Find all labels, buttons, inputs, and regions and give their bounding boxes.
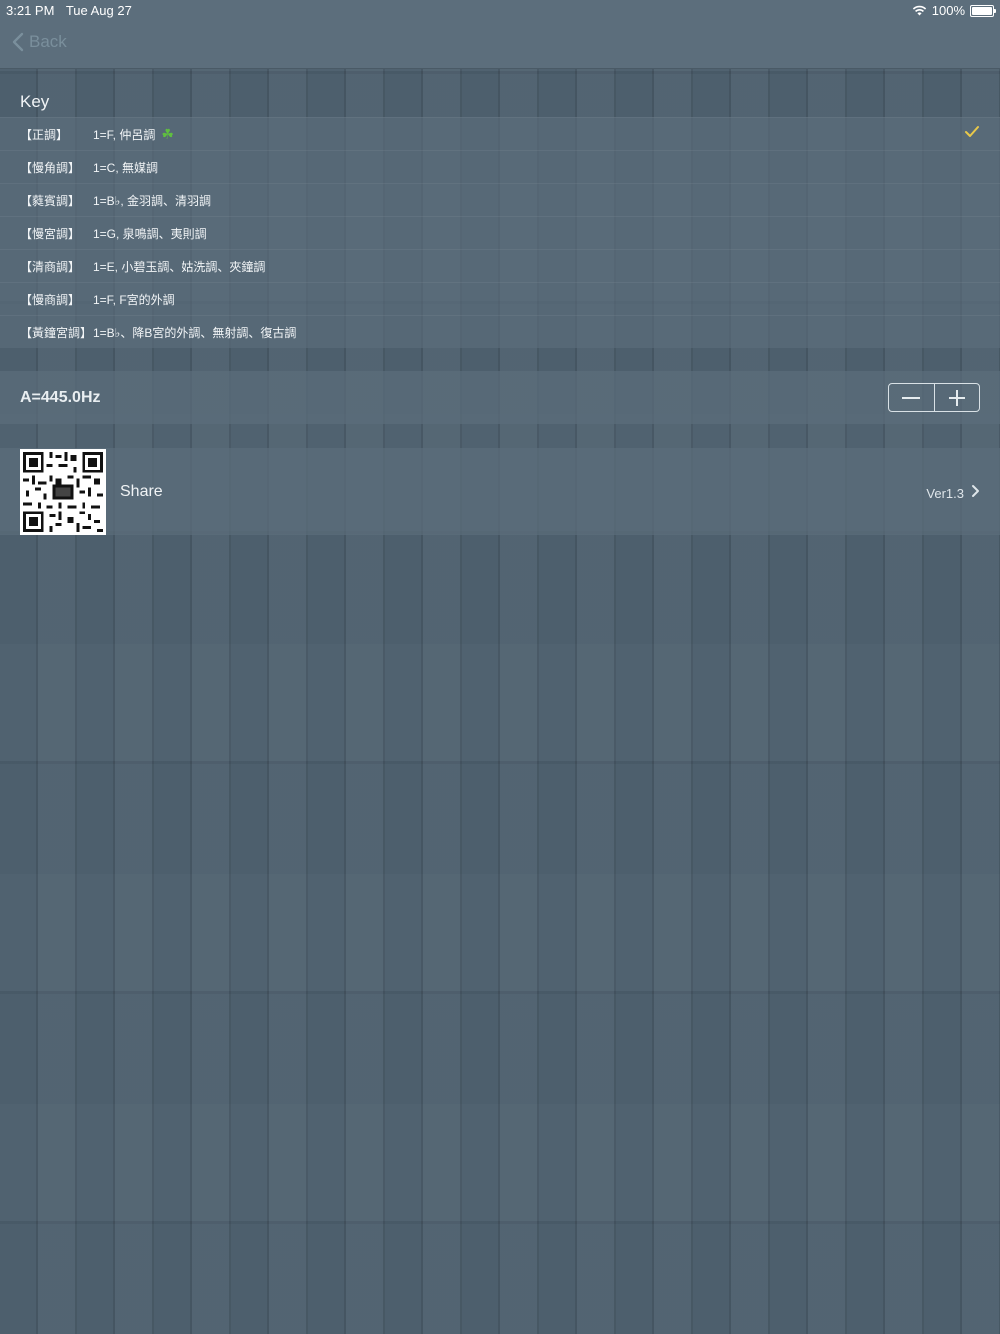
key-section-header: Key	[20, 92, 50, 111]
key-option-man-shang[interactable]: 【慢商調】 1=F, F宮的外調	[0, 282, 1000, 315]
key-name: 【慢商調】	[20, 292, 81, 307]
plus-icon	[948, 389, 965, 406]
status-time: 3:21 PM	[6, 3, 55, 18]
share-label: Share	[120, 483, 163, 500]
share-row[interactable]: Share Ver1.3	[0, 448, 1000, 535]
battery-icon	[970, 4, 996, 17]
back-button[interactable]: Back	[12, 32, 67, 52]
key-option-rui-bin[interactable]: 【蕤賓調】 1=B♭, 金羽調、清羽調	[0, 183, 1000, 216]
navigation-bar: Back	[0, 20, 1000, 69]
key-name: 【清商調】	[20, 259, 81, 274]
back-label: Back	[29, 32, 67, 51]
key-desc: 1=C, 無媒調	[93, 160, 159, 175]
frequency-label: A=445.0Hz	[20, 388, 101, 406]
key-desc: 1=F, F宮的外調	[93, 292, 175, 307]
key-name: 【蕤賓調】	[20, 193, 81, 208]
key-list: 【正調】 1=F, 仲呂調 ☘ 【慢角調】 1=C, 無媒調 【蕤賓調】 1=B…	[0, 117, 1000, 348]
key-desc: 1=E, 小碧玉調、姑洗調、夾鐘調	[93, 259, 266, 274]
key-desc: 1=F, 仲呂調	[93, 127, 156, 142]
minus-icon	[902, 396, 921, 399]
key-option-man-jiao[interactable]: 【慢角調】 1=C, 無媒調	[0, 150, 1000, 183]
wifi-icon	[912, 5, 926, 16]
clover-icon: ☘	[161, 125, 174, 142]
battery-percent: 100%	[931, 3, 965, 18]
checkmark-icon	[965, 126, 979, 137]
version-label: Ver1.3	[926, 486, 964, 501]
frequency-stepper	[888, 383, 980, 412]
key-name: 【慢角調】	[20, 160, 81, 175]
key-desc: 1=B♭, 金羽調、清羽調	[93, 193, 212, 208]
chevron-right-icon	[972, 485, 979, 497]
decrement-button[interactable]	[889, 384, 934, 411]
key-option-qing-shang[interactable]: 【清商調】 1=E, 小碧玉調、姑洗調、夾鐘調	[0, 249, 1000, 282]
key-option-huang-zhong-gong[interactable]: 【黃鐘宮調】 1=B♭、降B宮的外調、無射調、復古調	[0, 315, 1000, 348]
frequency-row: A=445.0Hz	[0, 371, 1000, 424]
key-name: 【慢宮調】	[20, 226, 81, 241]
key-name: 【黃鐘宮調】	[20, 325, 93, 340]
chevron-left-icon	[12, 32, 24, 52]
qr-code-icon	[20, 449, 106, 535]
key-desc: 1=B♭、降B宮的外調、無射調、復古調	[93, 325, 297, 340]
status-indicators: 100%	[912, 3, 996, 18]
status-date: Tue Aug 27	[65, 3, 132, 18]
increment-button[interactable]	[935, 384, 980, 411]
key-option-man-gong[interactable]: 【慢宮調】 1=G, 泉鳴調、夷則調	[0, 216, 1000, 249]
status-bar: 3:21 PM Tue Aug 27 100%	[0, 0, 1000, 20]
key-option-zheng[interactable]: 【正調】 1=F, 仲呂調 ☘	[0, 117, 1000, 150]
key-desc: 1=G, 泉鳴調、夷則調	[93, 226, 207, 241]
status-time-date: 3:21 PM Tue Aug 27	[6, 3, 140, 18]
key-name: 【正調】	[20, 127, 69, 142]
